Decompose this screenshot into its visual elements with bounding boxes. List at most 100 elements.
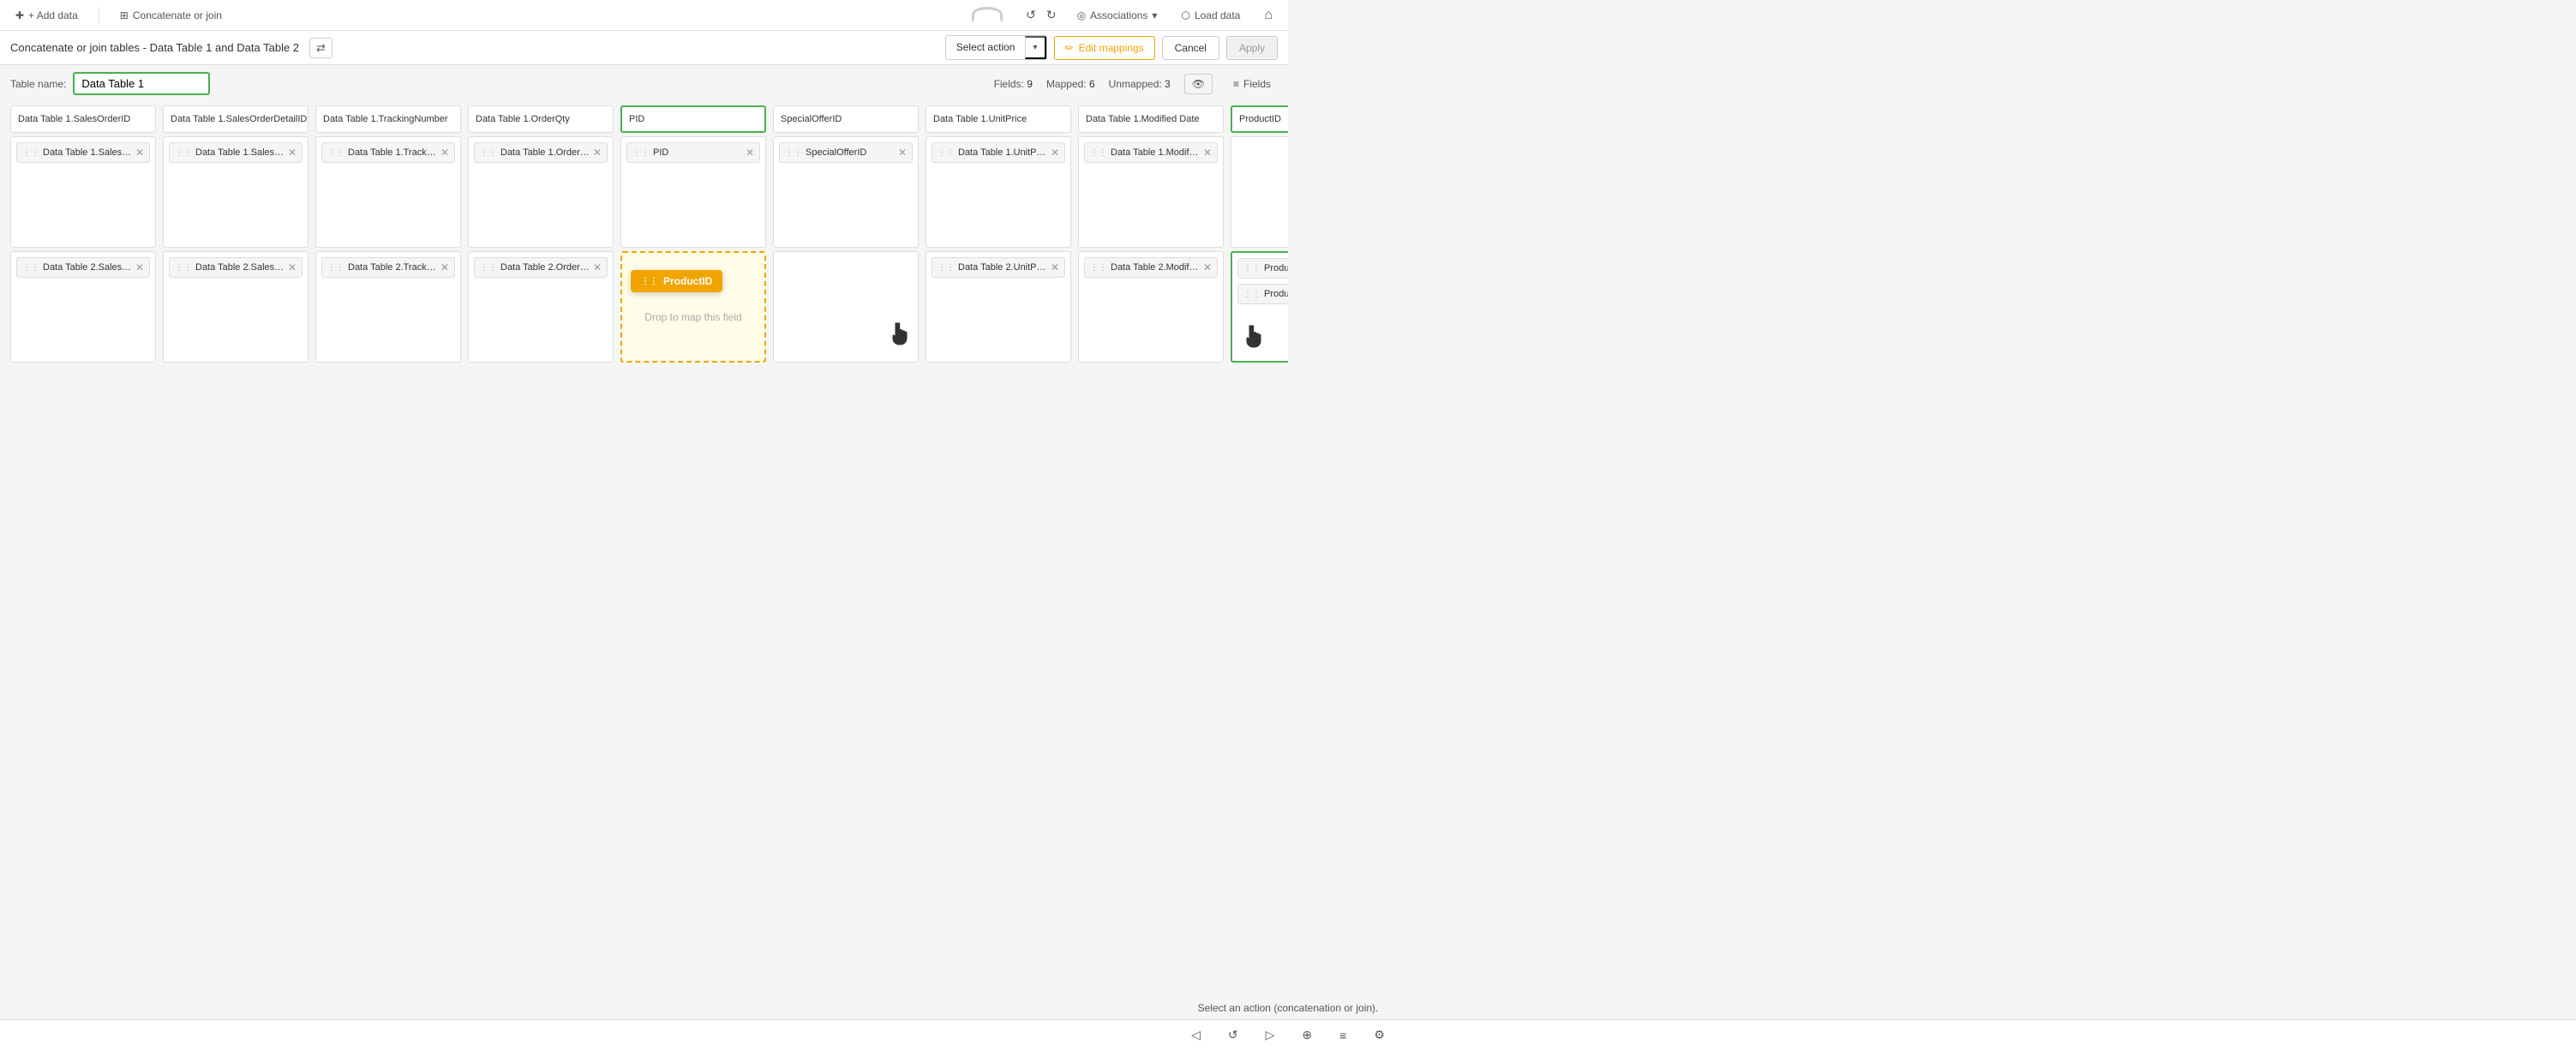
home-button[interactable]: ⌂ bbox=[1257, 4, 1279, 27]
field-chip: ⋮⋮SpecialOfferID✕ bbox=[779, 142, 913, 163]
map-slot-row2[interactable] bbox=[773, 251, 919, 363]
load-data-button[interactable]: ⬡ Load data bbox=[1174, 6, 1247, 25]
map-slot-row1[interactable]: ⋮⋮Data Table 1.OrderQty✕ bbox=[468, 136, 614, 248]
chip-close-icon[interactable]: ✕ bbox=[898, 147, 907, 159]
edit-mappings-icon: ✏ bbox=[1065, 42, 1074, 54]
loading-indicator bbox=[966, 7, 1009, 24]
chip-close-icon[interactable]: ✕ bbox=[288, 147, 297, 159]
select-action-label: Select action bbox=[946, 36, 1026, 59]
field-chip: ⋮⋮ProductID✕ bbox=[1237, 284, 1288, 304]
table-name-row: Table name: Fields: 9 Mapped: 6 Unmapped… bbox=[0, 65, 1288, 99]
drag-icon: ⋮⋮ bbox=[938, 263, 955, 273]
chip-close-icon[interactable]: ✕ bbox=[135, 261, 144, 273]
map-slot-row1[interactable]: ⋮⋮Data Table 1.SalesOrder...✕ bbox=[163, 136, 309, 248]
drag-icon: ⋮⋮ bbox=[175, 148, 192, 158]
unmapped-count: Unmapped: 3 bbox=[1109, 78, 1171, 90]
table-name-input[interactable] bbox=[73, 72, 210, 95]
associations-button[interactable]: ◎ Associations ▾ bbox=[1070, 6, 1165, 25]
undo-redo-group: ↺ ↻ bbox=[1022, 4, 1059, 26]
map-slot-row1[interactable] bbox=[1231, 136, 1288, 248]
field-chip: ⋮⋮Data Table 2.OrderQty✕ bbox=[474, 257, 608, 278]
mapping-column: PID ⋮⋮PID✕⋮⋮ProductIDDrop to map this fie… bbox=[620, 105, 766, 366]
map-slot-row2[interactable]: ⋮⋮Data Table 2.SalesOr...✕ bbox=[10, 251, 156, 363]
status-bar: Select an action (concatenation or join)… bbox=[0, 997, 2576, 1019]
redo-button[interactable]: ↻ bbox=[1043, 4, 1060, 26]
edit-mappings-button[interactable]: ✏ Edit mappings bbox=[1054, 36, 1155, 60]
associations-dropdown-icon: ▾ bbox=[1152, 9, 1157, 21]
table-name-label: Table name: bbox=[10, 78, 66, 90]
mapping-column: Data Table 1.SalesOrderDetailID⋮⋮Data Ta… bbox=[163, 105, 309, 366]
drag-icon: ⋮⋮ bbox=[22, 263, 39, 273]
select-action-dropdown[interactable]: ▾ bbox=[1025, 36, 1045, 59]
field-chip: ⋮⋮Data Table 1.SalesOrderID✕ bbox=[16, 142, 150, 163]
map-slot-row1[interactable]: ⋮⋮Data Table 1.Modified Date✕ bbox=[1078, 136, 1224, 248]
column-header: ProductID bbox=[1231, 105, 1288, 133]
page-title: Concatenate or join tables - Data Table … bbox=[10, 41, 299, 54]
drag-icon: ⋮⋮ bbox=[480, 148, 497, 158]
chip-close-icon[interactable]: ✕ bbox=[593, 261, 602, 273]
mapping-column: ProductID ⋮⋮ProductID✕ ⋮⋮ProductID✕ bbox=[1231, 105, 1288, 366]
map-slot-row2[interactable]: ⋮⋮Data Table 2.OrderQty✕ bbox=[468, 251, 614, 363]
concatenate-join-button[interactable]: ⊞ Concatenate or join bbox=[113, 6, 229, 25]
column-header: Data Table 1.OrderQty bbox=[468, 105, 614, 133]
fields-icon: ≡ bbox=[1233, 78, 1239, 90]
chip-close-icon[interactable]: ✕ bbox=[746, 147, 754, 159]
field-chip: ⋮⋮Data Table 2.SalesOr...✕ bbox=[169, 257, 303, 278]
chip-close-icon[interactable]: ✕ bbox=[440, 147, 449, 159]
chip-close-icon[interactable]: ✕ bbox=[1051, 147, 1059, 159]
map-slot-row2[interactable]: ⋮⋮Data Table 2.UnitPrice✕ bbox=[926, 251, 1071, 363]
toolbar-right: ↺ ↻ ◎ Associations ▾ ⬡ Load data ⌂ bbox=[1022, 4, 1279, 27]
map-slot-row1[interactable]: ⋮⋮Data Table 1.UnitPrice✕ bbox=[926, 136, 1071, 248]
footer-menu-button[interactable]: ≡ bbox=[1333, 1025, 1353, 1046]
mapping-column: Data Table 1.SalesOrderID ⋮⋮Data Table 1.… bbox=[10, 105, 156, 366]
swap-button[interactable]: ⇄ bbox=[309, 38, 332, 58]
chip-close-icon[interactable]: ✕ bbox=[593, 147, 602, 159]
undo-button[interactable]: ↺ bbox=[1022, 4, 1039, 26]
associations-icon: ◎ bbox=[1077, 9, 1086, 21]
map-slot-row1[interactable]: ⋮⋮Data Table 1.TrackingNu...✕ bbox=[315, 136, 461, 248]
map-slot-row2[interactable]: ⋮⋮Data Table 2.Modifie...✕ bbox=[1078, 251, 1224, 363]
mapping-column: Data Table 1.OrderQty ⋮⋮Data Table 1.Orde… bbox=[468, 105, 614, 366]
select-action-container: Select action ▾ bbox=[945, 35, 1047, 60]
chip-close-icon[interactable]: ✕ bbox=[135, 147, 144, 159]
mapping-area: Data Table 1.SalesOrderID⋮⋮Data Table 1.… bbox=[0, 99, 1288, 489]
top-toolbar: ✚ + Add data ⊞ Concatenate or join ↺ ↻ ◎… bbox=[0, 0, 1288, 31]
chip-close-icon[interactable]: ✕ bbox=[1203, 147, 1212, 159]
view-toggle-button[interactable]: 👁 bbox=[1184, 74, 1213, 94]
field-chip: ⋮⋮ProductID✕ bbox=[1237, 258, 1288, 279]
footer-refresh-button[interactable]: ↺ bbox=[1221, 1024, 1245, 1046]
chip-close-icon[interactable]: ✕ bbox=[1051, 261, 1059, 273]
column-header: Data Table 1.Modified Date bbox=[1078, 105, 1224, 133]
dragging-chip: ⋮⋮ProductID bbox=[631, 270, 722, 292]
map-slot-row2[interactable]: ⋮⋮ProductIDDrop to map this field bbox=[620, 251, 766, 363]
column-header: Data Table 1.SalesOrderID bbox=[10, 105, 156, 133]
map-slot-row1[interactable]: ⋮⋮SpecialOfferID✕ bbox=[773, 136, 919, 248]
map-slot-row1[interactable]: ⋮⋮PID✕ bbox=[620, 136, 766, 248]
footer-back-button[interactable]: ◁ bbox=[1184, 1024, 1207, 1046]
column-header: SpecialOfferID bbox=[773, 105, 919, 133]
apply-button[interactable]: Apply bbox=[1226, 36, 1278, 60]
field-chip: ⋮⋮Data Table 1.TrackingNu...✕ bbox=[321, 142, 455, 163]
map-slot-row2[interactable]: ⋮⋮Data Table 2.SalesOr...✕ bbox=[163, 251, 309, 363]
drag-icon: ⋮⋮ bbox=[480, 263, 497, 273]
footer-settings-button[interactable]: ⚙ bbox=[1367, 1024, 1392, 1046]
cancel-button[interactable]: Cancel bbox=[1162, 36, 1219, 60]
footer-add-button[interactable]: ⊕ bbox=[1295, 1024, 1319, 1046]
chip-close-icon[interactable]: ✕ bbox=[1203, 261, 1212, 273]
add-data-button[interactable]: ✚ + Add data bbox=[9, 6, 85, 25]
concat-icon: ⊞ bbox=[120, 9, 129, 21]
map-slot-row2[interactable]: ⋮⋮Data Table 2.Trackin...✕ bbox=[315, 251, 461, 363]
mapping-column: Data Table 1.UnitPrice⋮⋮Data Table 1.Uni… bbox=[926, 105, 1071, 366]
column-header: PID bbox=[620, 105, 766, 133]
map-slot-row1[interactable]: ⋮⋮Data Table 1.SalesOrderID✕ bbox=[10, 136, 156, 248]
map-slot-row2[interactable]: ⋮⋮ProductID✕ ⋮⋮ProductID✕ bbox=[1231, 251, 1288, 363]
fields-button[interactable]: ≡ Fields bbox=[1226, 75, 1278, 93]
add-icon: ✚ bbox=[15, 9, 24, 21]
footer-forward-button[interactable]: ▷ bbox=[1259, 1024, 1282, 1046]
mapping-column: SpecialOfferID ⋮⋮SpecialOfferID✕ bbox=[773, 105, 919, 366]
drag-icon: ⋮⋮ bbox=[1090, 148, 1107, 158]
cursor-hand-icon bbox=[889, 322, 908, 351]
second-toolbar: Concatenate or join tables - Data Table … bbox=[0, 31, 1288, 65]
chip-close-icon[interactable]: ✕ bbox=[288, 261, 297, 273]
chip-close-icon[interactable]: ✕ bbox=[440, 261, 449, 273]
